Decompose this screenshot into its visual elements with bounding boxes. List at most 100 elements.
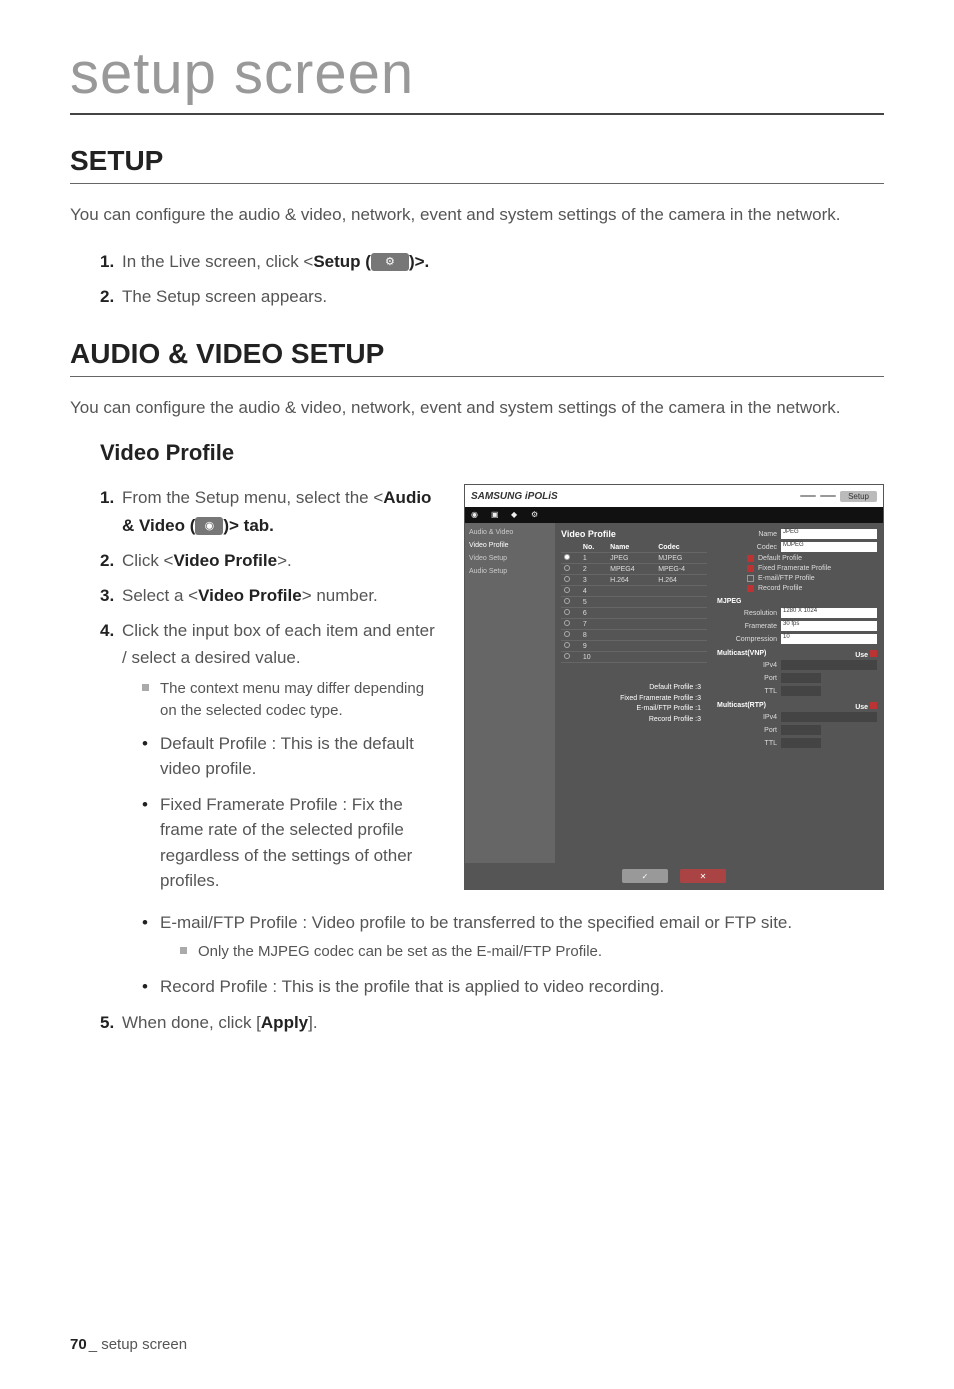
checkbox-vnp-use[interactable]	[870, 650, 877, 657]
table-row[interactable]: 1JPEGMJPEG	[561, 553, 707, 564]
setup-step-2: 2. The Setup screen appears.	[100, 283, 884, 310]
chk-label-default: Default Profile	[758, 555, 802, 562]
input-rtp-port[interactable]	[781, 725, 821, 735]
cell-codec: MJPEG	[655, 553, 707, 564]
group-multicast-rtp: Multicast(RTP) Use	[717, 702, 877, 709]
label-ipv4: IPv4	[717, 714, 777, 721]
radio-icon[interactable]	[564, 554, 570, 560]
table-row[interactable]: 6	[561, 608, 707, 619]
sidebar-item-video-setup[interactable]: Video Setup	[469, 555, 551, 562]
th-no: No.	[580, 543, 607, 553]
radio-icon[interactable]	[564, 631, 570, 637]
group-multicast-vnp: Multicast(VNP) Use	[717, 650, 877, 657]
embedded-screenshot: SAMSUNG iPOLiS Setup ◉ ▣ ◆ ⚙ Audio & Vid…	[464, 484, 884, 890]
step-text: The Setup screen appears.	[122, 287, 327, 306]
sidebar-item-video-profile[interactable]: Video Profile	[469, 542, 551, 549]
label-ttl: TTL	[717, 740, 777, 747]
vp-step-3: 3. Select a <Video Profile> number.	[100, 582, 444, 609]
footer-sep: _	[89, 1336, 97, 1353]
step-number: 2.	[100, 547, 114, 574]
label-framerate: Framerate	[717, 623, 777, 630]
select-codec[interactable]: MJPEG	[781, 542, 877, 552]
label-port: Port	[717, 675, 777, 682]
th-codec: Codec	[655, 543, 707, 553]
table-row[interactable]: 5	[561, 597, 707, 608]
cell-no: 10	[580, 652, 607, 663]
setup-step-1: 1. In the Live screen, click <Setup (⚙)>…	[100, 248, 884, 275]
table-row[interactable]: 7	[561, 619, 707, 630]
sidebar-item-audio-setup[interactable]: Audio Setup	[469, 568, 551, 575]
cell-codec: H.264	[655, 575, 707, 586]
step-text: Click the input box of each item and ent…	[122, 621, 435, 667]
camera-icon[interactable]: ◉	[471, 510, 481, 520]
page-main-title: setup screen	[70, 40, 884, 115]
label-name: Name	[717, 531, 777, 538]
sidebar-category: Audio & Video	[469, 529, 551, 536]
radio-icon[interactable]	[564, 565, 570, 571]
ss-titlebar: SAMSUNG iPOLiS Setup	[465, 485, 883, 507]
step-text-pre: When done, click [	[122, 1013, 261, 1032]
cell-no: 2	[580, 564, 607, 575]
page-footer: 70_ setup screen	[70, 1336, 187, 1353]
step-text-post: ].	[308, 1013, 317, 1032]
checkbox-default[interactable]	[747, 555, 754, 562]
bullet-email-ftp: E-mail/FTP Profile : Video profile to be…	[142, 910, 884, 964]
table-row[interactable]: 4	[561, 586, 707, 597]
input-rtp-ip[interactable]	[781, 712, 877, 722]
network-icon[interactable]: ▣	[491, 510, 501, 520]
th-name: Name	[607, 543, 655, 553]
ss-tab-live[interactable]	[800, 495, 816, 497]
step-text-bold: Video Profile	[173, 551, 277, 570]
radio-icon[interactable]	[564, 620, 570, 626]
ss-tab-setup[interactable]: Setup	[840, 491, 877, 502]
setup-intro-text: You can configure the audio & video, net…	[70, 202, 884, 228]
radio-icon[interactable]	[564, 609, 570, 615]
cancel-button[interactable]: ✕	[680, 869, 726, 883]
step-number: 4.	[100, 617, 114, 644]
table-row[interactable]: 9	[561, 641, 707, 652]
bullet-default-profile: Default Profile : This is the default vi…	[142, 731, 444, 782]
input-vnp-ip[interactable]	[781, 660, 877, 670]
cell-name: JPEG	[607, 553, 655, 564]
cell-no: 7	[580, 619, 607, 630]
table-row[interactable]: 3H.264H.264	[561, 575, 707, 586]
cell-no: 9	[580, 641, 607, 652]
vp-step-5: 5. When done, click [Apply].	[100, 1009, 884, 1036]
input-vnp-port[interactable]	[781, 673, 821, 683]
chk-label-fixed-fr: Fixed Framerate Profile	[758, 565, 831, 572]
input-rtp-ttl[interactable]	[781, 738, 821, 748]
profile-table: No. Name Codec 1JPEGMJPEG 2MPEG4MPEG-4 3…	[561, 543, 707, 663]
step-text-pre: Click <	[122, 551, 173, 570]
step-number: 1.	[100, 248, 114, 275]
select-resolution[interactable]: 1280 X 1024	[781, 608, 877, 618]
checkbox-rtp-use[interactable]	[870, 702, 877, 709]
vp-step-4: 4. Click the input box of each item and …	[100, 617, 444, 893]
table-row[interactable]: 10	[561, 652, 707, 663]
cell-no: 1	[580, 553, 607, 564]
av-intro-text: You can configure the audio & video, net…	[70, 395, 884, 421]
sub-heading-video-profile: Video Profile	[100, 440, 884, 466]
select-compression[interactable]: 10	[781, 634, 877, 644]
radio-icon[interactable]	[564, 598, 570, 604]
select-framerate[interactable]: 30 fps	[781, 621, 877, 631]
checkbox-fixed-fr[interactable]	[747, 565, 754, 572]
label-resolution: Resolution	[717, 610, 777, 617]
ss-tab-play[interactable]	[820, 495, 836, 497]
event-icon[interactable]: ◆	[511, 510, 521, 520]
label-codec: Codec	[717, 544, 777, 551]
cell-no: 4	[580, 586, 607, 597]
apply-button[interactable]: ✓	[622, 869, 668, 883]
system-icon[interactable]: ⚙	[531, 510, 541, 520]
radio-icon[interactable]	[564, 576, 570, 582]
table-row[interactable]: 2MPEG4MPEG-4	[561, 564, 707, 575]
input-vnp-ttl[interactable]	[781, 686, 821, 696]
radio-icon[interactable]	[564, 642, 570, 648]
radio-icon[interactable]	[564, 587, 570, 593]
radio-icon[interactable]	[564, 653, 570, 659]
checkbox-record[interactable]	[747, 585, 754, 592]
input-name[interactable]: JPEG	[781, 529, 877, 539]
cell-codec: MPEG-4	[655, 564, 707, 575]
cell-no: 8	[580, 630, 607, 641]
checkbox-email-ftp[interactable]	[747, 575, 754, 582]
table-row[interactable]: 8	[561, 630, 707, 641]
